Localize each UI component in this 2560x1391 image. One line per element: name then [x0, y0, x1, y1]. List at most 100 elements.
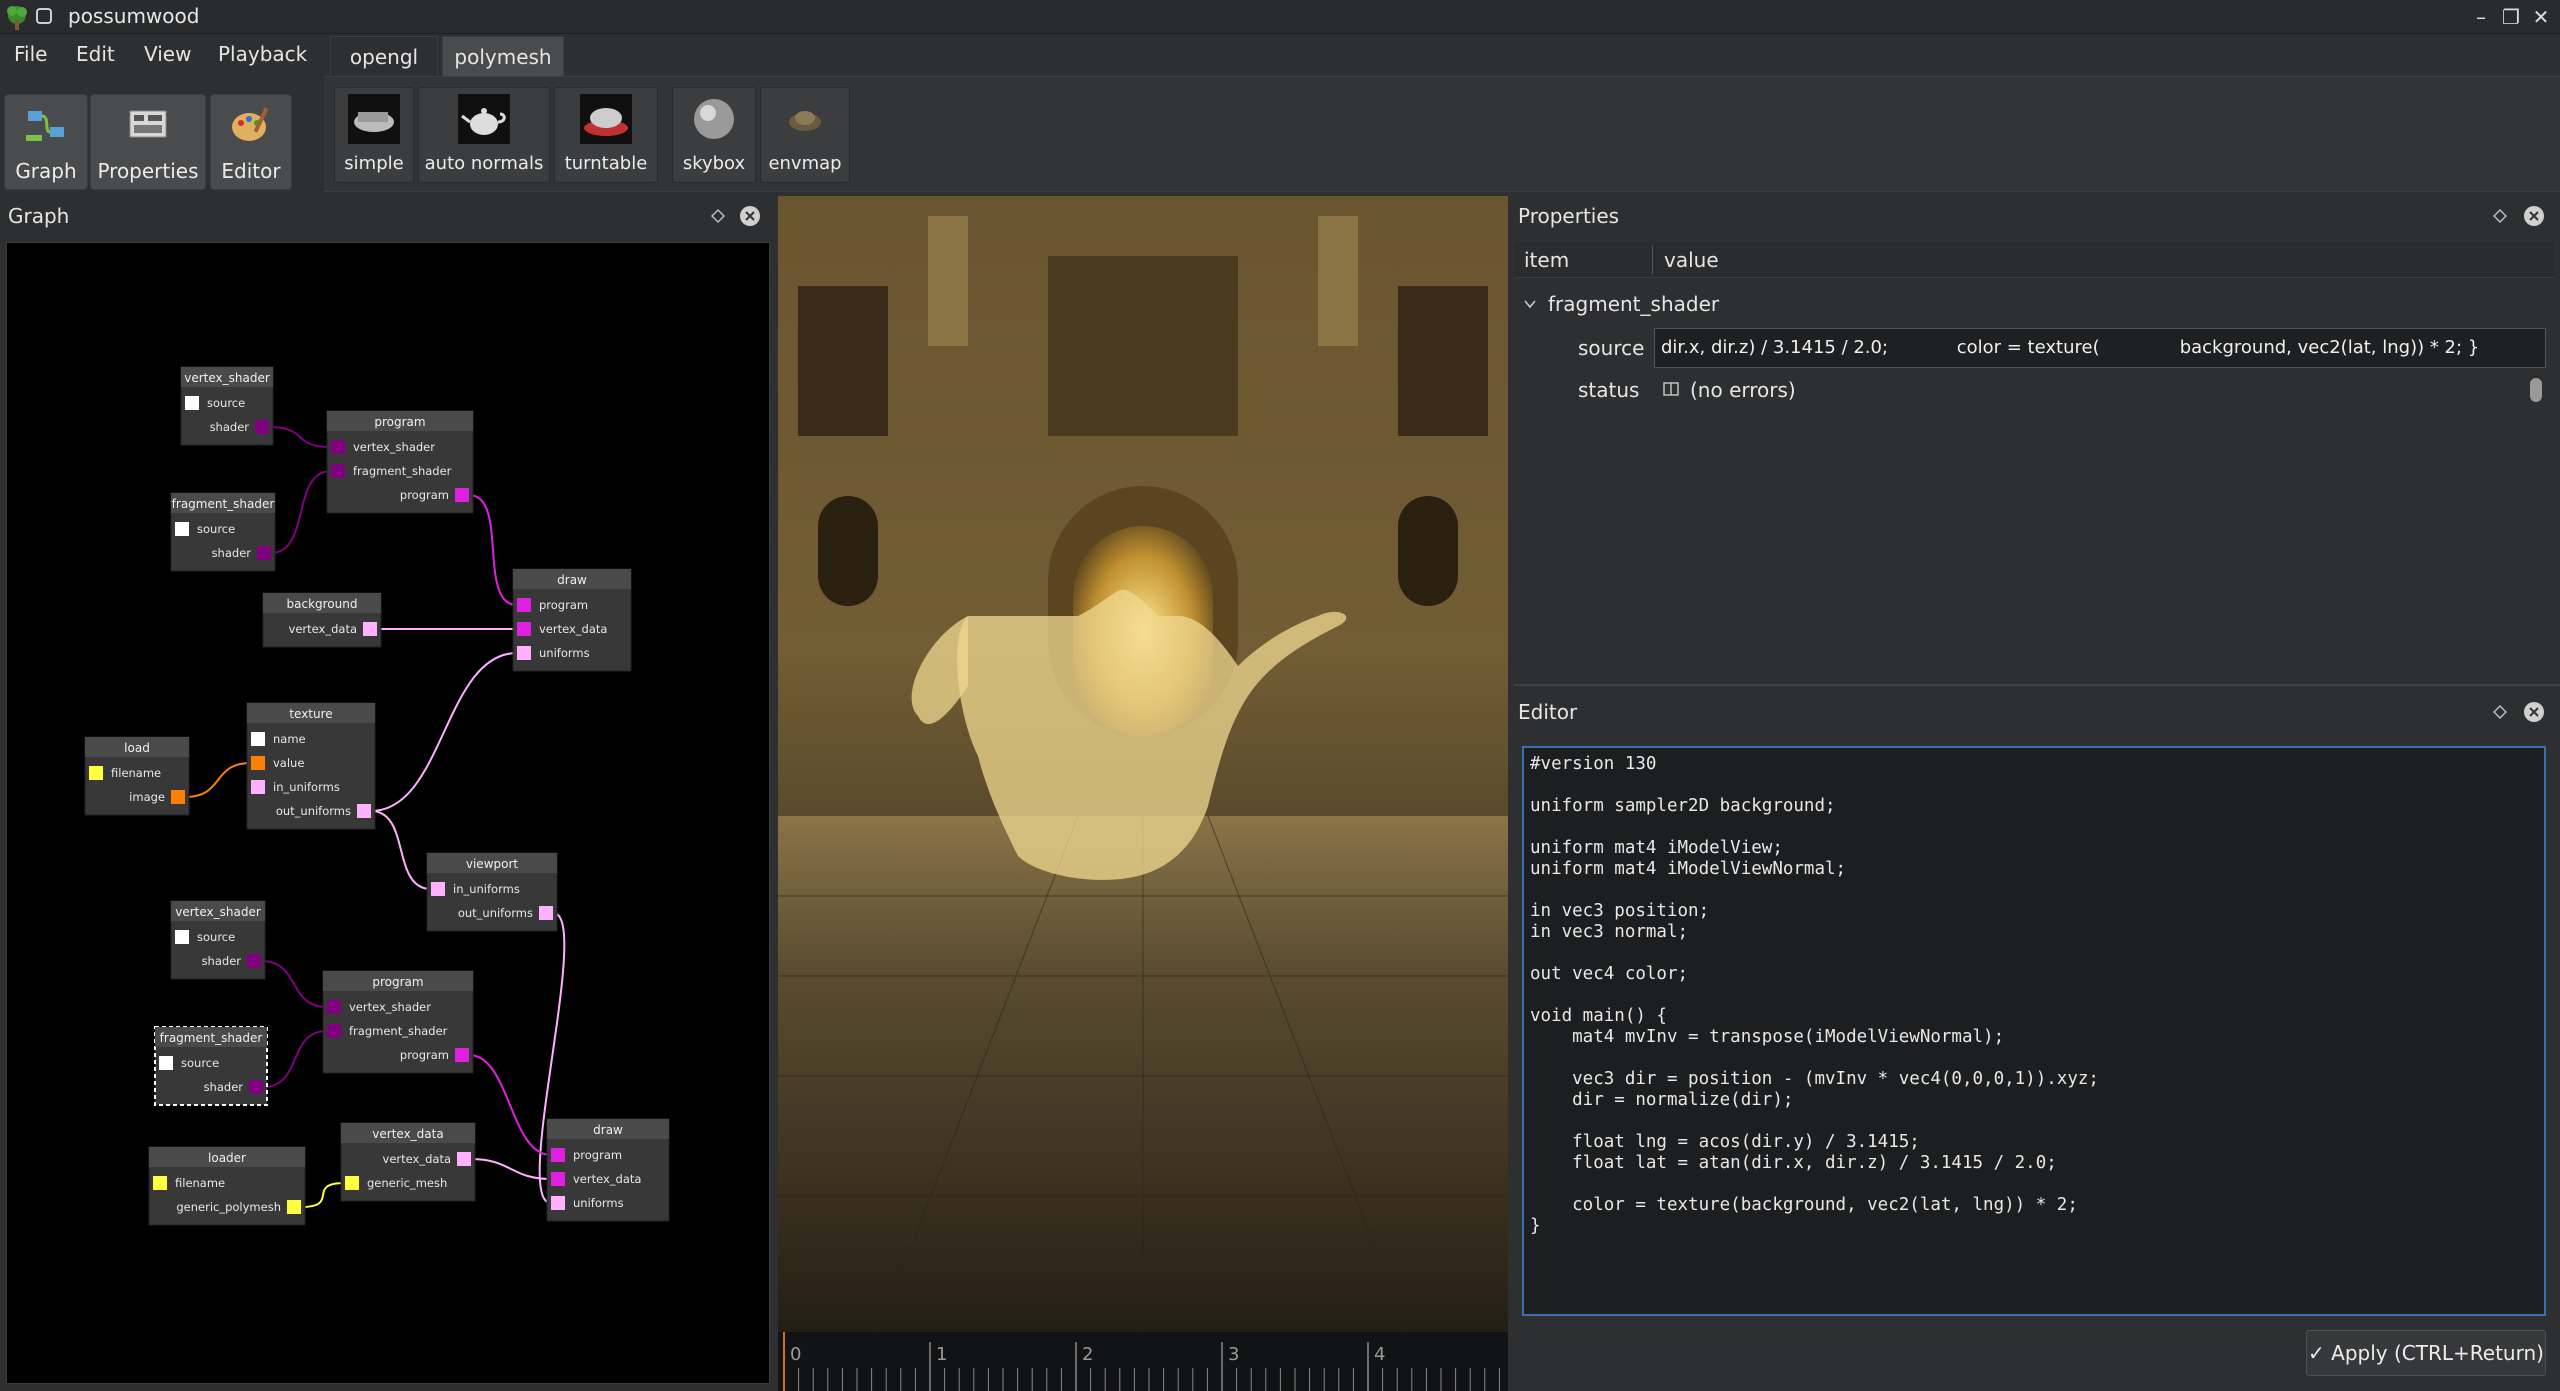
shelf-envmap-button[interactable]: envmap	[760, 87, 850, 183]
graph-port-label: program	[400, 1048, 449, 1062]
column-value[interactable]: value	[1664, 242, 1719, 278]
graph-port[interactable]	[517, 646, 531, 660]
code-text[interactable]: #version 130 uniform sampler2D backgroun…	[1530, 754, 2538, 1237]
panel-splitter[interactable]	[1514, 684, 2560, 686]
graph-port[interactable]	[331, 440, 345, 454]
shelf-turntable-button[interactable]: turntable	[554, 87, 658, 183]
close-panel-icon[interactable]	[738, 204, 762, 228]
graph-node[interactable]: vertex_shadersource shader	[170, 900, 266, 980]
float-panel-icon[interactable]	[706, 204, 730, 228]
graph-port[interactable]	[249, 1080, 263, 1094]
graph-port[interactable]	[251, 732, 265, 746]
graph-edge	[260, 960, 328, 1008]
graph-port[interactable]	[327, 1024, 341, 1038]
graph-port[interactable]	[247, 954, 261, 968]
graph-port[interactable]	[327, 1000, 341, 1014]
graph-node[interactable]: loader filename generic_polymesh	[148, 1146, 306, 1226]
close-panel-icon[interactable]	[2522, 204, 2546, 228]
timeline-tick-label: 4	[1374, 1344, 1385, 1365]
graph-port[interactable]	[89, 766, 103, 780]
graph-port[interactable]	[251, 756, 265, 770]
graph-node[interactable]: background vertex_data	[262, 592, 382, 648]
graph-port-label: source	[181, 1056, 219, 1070]
shelf-auto-normals-button[interactable]: auto normals	[418, 87, 550, 183]
code-editor[interactable]: #version 130 uniform sampler2D backgroun…	[1522, 746, 2546, 1316]
graph-port[interactable]	[287, 1200, 301, 1214]
graph-edge	[370, 810, 432, 890]
graph-port-label: out_uniforms	[458, 906, 533, 920]
graph-port[interactable]	[431, 882, 445, 896]
float-panel-icon[interactable]	[2488, 700, 2512, 724]
properties-scrollbar[interactable]	[2530, 378, 2542, 402]
graph-port[interactable]	[251, 780, 265, 794]
graph-node[interactable]: vertex_data vertex_data generic_mesh	[340, 1122, 476, 1202]
menu-playback[interactable]: Playback	[218, 42, 307, 66]
graph-port[interactable]	[171, 790, 185, 804]
graph-port[interactable]	[457, 1152, 471, 1166]
float-panel-icon[interactable]	[2488, 204, 2512, 228]
graph-port-label: shader	[204, 1080, 244, 1094]
graph-node[interactable]: fragment_shadersource shader	[170, 492, 276, 572]
graph-edge	[300, 1182, 346, 1208]
apply-button[interactable]: ✓ Apply (CTRL+Return)	[2306, 1330, 2546, 1376]
menu-view[interactable]: View	[144, 42, 191, 66]
graph-toolbar-button[interactable]: Graph	[4, 94, 88, 190]
maximize-button[interactable]: ❐	[2496, 2, 2526, 32]
properties-table-header: item value	[1514, 242, 2554, 278]
graph-node[interactable]: vertex_shadersource shader	[180, 366, 274, 446]
graph-node[interactable]: texture name value in_uniforms out_uniforms	[246, 702, 376, 830]
graph-port[interactable]	[455, 488, 469, 502]
graph-node[interactable]: draw program vertex_data uniforms	[512, 568, 632, 672]
graph-canvas[interactable]: vertex_shader source shader program vertex_s…	[6, 242, 770, 1384]
tab-polymesh[interactable]: polymesh	[442, 36, 564, 76]
graph-edge	[268, 426, 332, 448]
window-menu-icon[interactable]	[36, 8, 52, 24]
graph-port-label: uniforms	[573, 1196, 624, 1210]
graph-port[interactable]	[551, 1148, 565, 1162]
graph-port[interactable]	[185, 396, 199, 410]
shelf-simple-button[interactable]: simple	[334, 87, 414, 183]
graph-node[interactable]: viewport in_uniforms out_uniforms	[426, 852, 558, 932]
graph-port[interactable]	[357, 804, 371, 818]
close-panel-icon[interactable]	[2522, 700, 2546, 724]
graph-port[interactable]	[539, 906, 553, 920]
graph-node-title: texture	[289, 707, 332, 721]
tab-opengl[interactable]: opengl	[330, 36, 438, 76]
column-item[interactable]: item	[1524, 242, 1569, 278]
menu-file[interactable]: File	[14, 42, 47, 66]
editor-toolbar-button[interactable]: Editor	[210, 94, 292, 190]
graph-port[interactable]	[257, 546, 271, 560]
chevron-down-icon[interactable]	[1522, 296, 1538, 312]
property-group-label[interactable]: fragment_shader	[1548, 292, 1719, 316]
envmap-icon	[779, 94, 831, 144]
graph-node[interactable]: programvertex_shaderfragment_shaderprogr…	[326, 410, 474, 514]
graph-port[interactable]	[175, 930, 189, 944]
graph-port[interactable]	[159, 1056, 173, 1070]
graph-port[interactable]	[153, 1176, 167, 1190]
graph-port[interactable]	[517, 622, 531, 636]
minimize-button[interactable]: –	[2466, 2, 2496, 32]
graph-port[interactable]	[551, 1172, 565, 1186]
graph-node[interactable]: programvertex_shaderfragment_shaderprogr…	[322, 970, 474, 1074]
graph-port[interactable]	[345, 1176, 359, 1190]
shelf-skybox-button[interactable]: skybox	[672, 87, 756, 183]
source-field[interactable]: dir.x, dir.z) / 3.1415 / 2.0; color = te…	[1654, 328, 2546, 368]
close-window-button[interactable]: ✕	[2526, 2, 2556, 32]
properties-toolbar-button[interactable]: Properties	[90, 94, 206, 190]
graph-port[interactable]	[175, 522, 189, 536]
graph-node-title: loader	[208, 1151, 246, 1165]
graph-port[interactable]	[363, 622, 377, 636]
graph-port[interactable]	[517, 598, 531, 612]
graph-node[interactable]: fragment_shadersource shader	[154, 1026, 268, 1106]
graph-node-title: fragment_shader	[160, 1031, 263, 1045]
graph-port[interactable]	[455, 1048, 469, 1062]
graph-port[interactable]	[551, 1196, 565, 1210]
graph-port-label: image	[129, 790, 165, 804]
graph-node[interactable]: load filename image	[84, 736, 190, 816]
3d-viewport[interactable]	[778, 196, 1508, 1332]
graph-port[interactable]	[331, 464, 345, 478]
menu-edit[interactable]: Edit	[76, 42, 115, 66]
timeline[interactable]: 0 1 2 3 4	[778, 1332, 1508, 1391]
graph-node[interactable]: draw program vertex_data uniforms	[546, 1118, 670, 1222]
graph-port[interactable]	[255, 420, 269, 434]
